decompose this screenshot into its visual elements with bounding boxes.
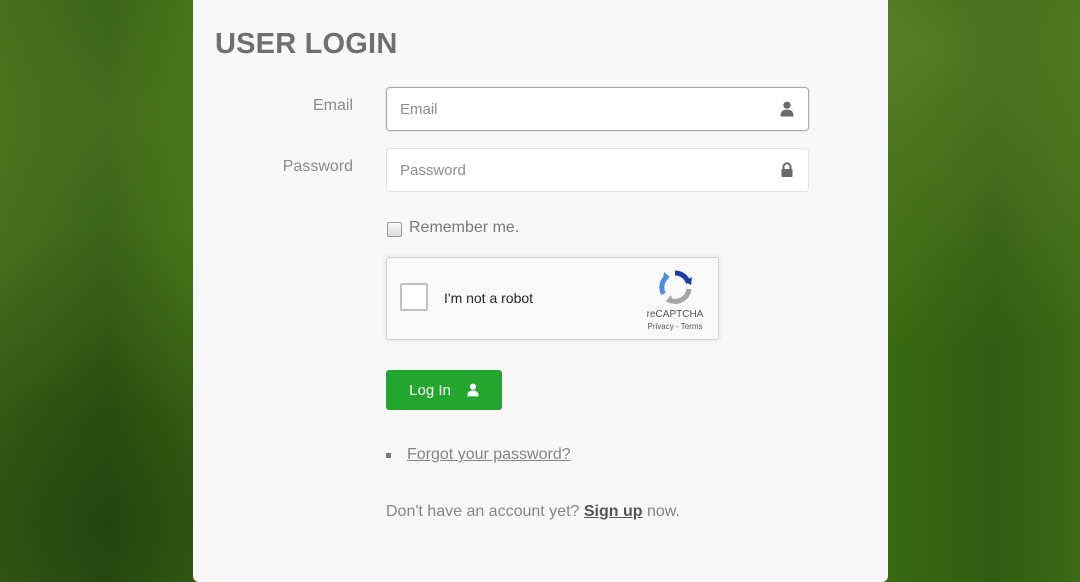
recaptcha-brand: reCAPTCHA — [646, 309, 704, 320]
signup-suffix: now. — [646, 503, 680, 520]
recaptcha-separator: - — [675, 322, 679, 331]
user-icon — [467, 383, 479, 397]
recaptcha-widget: I'm not a robot reCAPTCHA Privacy - Term… — [386, 257, 719, 340]
recaptcha-logo-icon — [659, 270, 692, 304]
login-button[interactable]: Log In — [386, 370, 502, 410]
remember-me-row[interactable]: Remember me. — [387, 218, 519, 237]
email-field-wrapper — [386, 87, 809, 131]
password-label: Password — [282, 158, 353, 175]
login-button-label: Log In — [409, 381, 451, 399]
recaptcha-terms-link[interactable]: Terms — [681, 322, 703, 331]
forgot-password-link[interactable]: Forgot your password? — [407, 446, 571, 464]
email-label: Email — [312, 97, 353, 114]
email-input[interactable] — [387, 88, 808, 130]
page-title: USER LOGIN — [215, 28, 398, 60]
recaptcha-privacy-link[interactable]: Privacy — [648, 322, 674, 331]
remember-me-label: Remember me. — [409, 218, 520, 236]
lock-icon — [781, 162, 793, 177]
recaptcha-label: I'm not a robot — [444, 290, 534, 306]
password-field-wrapper — [386, 148, 809, 192]
remember-me-checkbox[interactable] — [387, 222, 402, 237]
recaptcha-checkbox[interactable] — [400, 283, 428, 311]
login-panel: USER LOGIN Email Password Remember me. I… — [193, 0, 888, 582]
user-icon — [780, 101, 794, 117]
signup-prefix: Don't have an account yet? — [386, 503, 580, 520]
password-input[interactable] — [387, 149, 808, 191]
signup-link[interactable]: Sign up — [584, 503, 643, 520]
signup-line: Don't have an account yet? Sign up now. — [386, 503, 680, 521]
forgot-password-item: Forgot your password? — [386, 446, 571, 464]
list-bullet — [386, 453, 391, 458]
recaptcha-links: Privacy - Terms — [637, 322, 713, 331]
